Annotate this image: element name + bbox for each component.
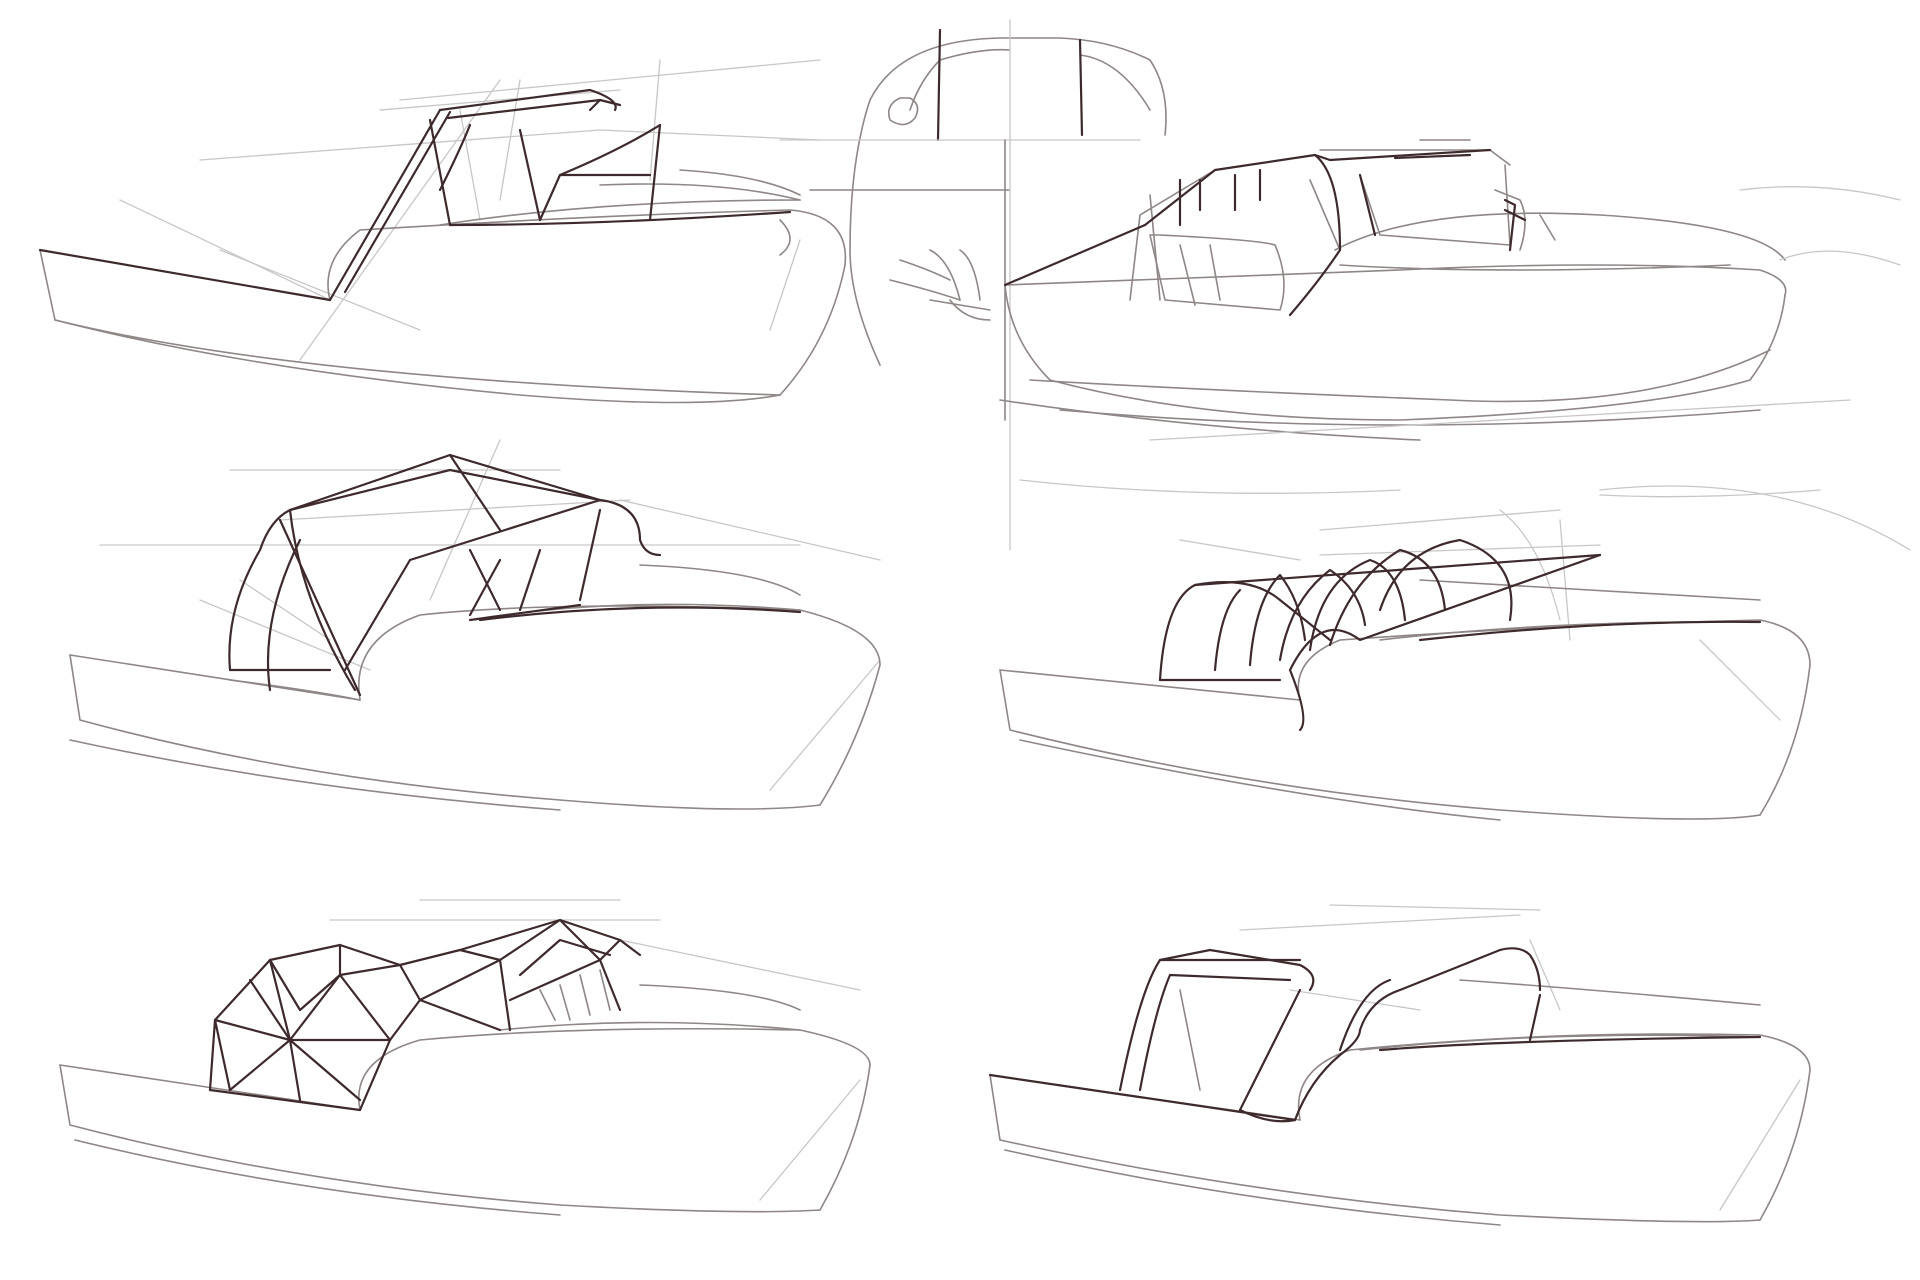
- boat-sketch-loop-frame: [988, 904, 1811, 1226]
- sketch-sheet: [38, 19, 1911, 1226]
- boat-sketch-folding-bimini: [69, 439, 881, 811]
- boat-sketch-rigid-canopy: [38, 59, 847, 404]
- boat-sketch-front-view-and-cabin: [779, 19, 1911, 551]
- boat-sketch-geodesic-canopy: [59, 899, 871, 1216]
- boat-sketch-hoop-cover: [999, 509, 1811, 821]
